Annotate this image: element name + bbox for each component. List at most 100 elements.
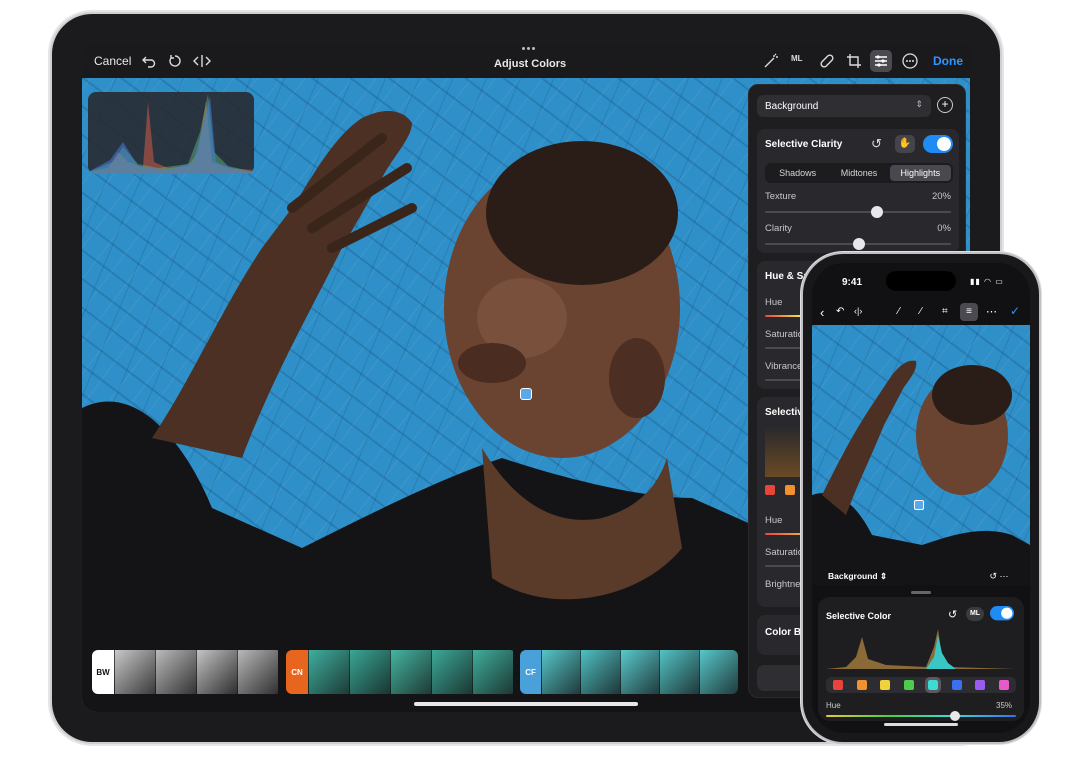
phone-color-histogram xyxy=(826,629,1016,669)
preset-tag-cn: CN xyxy=(286,650,308,694)
compare-icon[interactable]: ‹|› xyxy=(854,306,862,316)
adjust-icon[interactable]: ≡ xyxy=(960,303,978,321)
back-icon[interactable]: ‹ xyxy=(820,305,824,320)
preset-group-cf[interactable]: CF xyxy=(520,650,738,694)
layer-select[interactable]: Background ⇕ xyxy=(757,95,931,117)
segment-shadows[interactable]: Shadows xyxy=(767,165,828,181)
swatch-magenta[interactable] xyxy=(999,680,1010,690)
sheet-grabber[interactable] xyxy=(911,591,931,594)
page-title: Adjust Colors xyxy=(494,58,567,70)
phone-home-indicator xyxy=(884,723,958,726)
preset-thumb[interactable] xyxy=(698,650,738,694)
magic-wand-ml-icon[interactable] xyxy=(762,52,780,70)
preset-thumb[interactable] xyxy=(580,650,620,694)
phone-layer-select[interactable]: Background ⇕ xyxy=(820,567,896,585)
reset-icon[interactable]: ↺ xyxy=(871,136,882,152)
preset-group-bw[interactable]: BW xyxy=(92,650,282,694)
color-swatch-row[interactable] xyxy=(765,485,795,495)
swatch-orange[interactable] xyxy=(856,680,867,690)
clarity-label: Clarity xyxy=(765,223,792,234)
preset-thumb[interactable] xyxy=(155,650,196,694)
selective-color-title: Selectiv xyxy=(765,407,803,418)
saturation-label: Saturation xyxy=(765,547,809,558)
status-icons: ▮▮ ◠ ▭ xyxy=(970,277,1004,286)
cancel-button[interactable]: Cancel xyxy=(94,54,131,68)
swatch-aqua[interactable] xyxy=(924,677,941,693)
more-icon[interactable]: ⋯ xyxy=(986,305,997,318)
mask-pin-icon[interactable] xyxy=(914,500,924,510)
swatch-red[interactable] xyxy=(765,485,775,495)
color-balance-title: Color Ba xyxy=(765,627,807,638)
preset-thumb[interactable] xyxy=(659,650,699,694)
clarity-value: 0% xyxy=(937,223,951,234)
phone-photo-canvas[interactable] xyxy=(812,325,1030,585)
brush-mask-icon[interactable]: ✋ xyxy=(895,135,915,153)
phone-hue-label: Hue xyxy=(826,701,841,710)
ml-button[interactable]: ML xyxy=(966,607,984,621)
portrait-illustration xyxy=(812,360,1030,585)
layer-select-label: Background xyxy=(765,100,819,112)
chevron-updown-icon: ⇕ xyxy=(915,99,923,109)
done-checkmark-icon[interactable]: ✓ xyxy=(1010,304,1020,318)
segment-highlights[interactable]: Highlights xyxy=(889,165,951,181)
selective-clarity-title: Selective Clarity xyxy=(765,139,843,150)
swatch-yellow[interactable] xyxy=(880,680,891,690)
reset-icon[interactable]: ↺ xyxy=(948,608,957,621)
more-dots-icon[interactable] xyxy=(522,47,536,51)
done-button[interactable]: Done xyxy=(933,54,963,68)
preset-thumb[interactable] xyxy=(390,650,431,694)
swatch-red[interactable] xyxy=(832,680,843,690)
preset-thumb[interactable] xyxy=(237,650,278,694)
preset-group-cn[interactable]: CN xyxy=(286,650,516,694)
reset-icon[interactable] xyxy=(166,52,184,70)
phone-hue-slider[interactable] xyxy=(826,711,1016,721)
iphone-device: 9:41 ▮▮ ◠ ▭ ‹ ↶ ‹|› ⁄ ∕ ⌗ ≡ ⋯ ✓ Backgrou… xyxy=(803,254,1039,742)
magic-wand-icon[interactable]: ⁄ xyxy=(898,306,900,317)
status-time: 9:41 xyxy=(842,277,863,288)
texture-slider[interactable] xyxy=(765,206,951,218)
preset-thumb[interactable] xyxy=(349,650,390,694)
bandage-icon[interactable]: ∕ xyxy=(920,306,922,317)
mask-pin-icon[interactable] xyxy=(520,388,532,400)
more-icon[interactable] xyxy=(901,52,919,70)
swatch-orange[interactable] xyxy=(785,485,795,495)
preset-tag-bw: BW xyxy=(92,650,114,694)
phone-reset-more[interactable]: ↺ ⋯ xyxy=(976,567,1022,585)
texture-label: Texture xyxy=(765,191,797,202)
crop-icon[interactable] xyxy=(845,52,863,70)
undo-icon[interactable]: ↶ xyxy=(836,306,844,317)
adjust-icon[interactable] xyxy=(870,50,892,72)
vibrance-label: Vibrance xyxy=(765,361,803,372)
tone-segments[interactable]: Shadows Midtones Highlights xyxy=(765,163,953,183)
swatch-green[interactable] xyxy=(904,680,915,690)
bandage-icon[interactable] xyxy=(818,52,836,70)
preset-tag-cf: CF xyxy=(520,650,542,694)
undo-icon[interactable] xyxy=(140,52,158,70)
phone-toolbar: ‹ ↶ ‹|› ⁄ ∕ ⌗ ≡ ⋯ ✓ xyxy=(812,301,1030,325)
preset-thumb[interactable] xyxy=(308,650,349,694)
ml-icon[interactable]: ML xyxy=(791,54,803,63)
phone-selective-color-title: Selective Color xyxy=(826,611,892,621)
swatch-purple[interactable] xyxy=(975,680,986,690)
preset-thumb[interactable] xyxy=(472,650,513,694)
preset-thumb[interactable] xyxy=(114,650,155,694)
preset-thumb[interactable] xyxy=(541,650,581,694)
preset-thumb[interactable] xyxy=(196,650,237,694)
phone-hue-knob[interactable] xyxy=(950,711,961,721)
selective-color-toggle[interactable] xyxy=(990,606,1014,621)
phone-layer-label: Background xyxy=(828,571,878,581)
preset-thumb[interactable] xyxy=(431,650,472,694)
crop-icon[interactable]: ⌗ xyxy=(942,306,948,317)
phone-selective-color-card: Selective Color ↺ ML Hue 35% xyxy=(818,591,1024,721)
phone-swatch-row[interactable] xyxy=(826,677,1016,693)
add-layer-icon[interactable]: + xyxy=(937,97,953,113)
ipad-toolbar: Cancel Adjust Colors ML Done xyxy=(82,44,970,78)
swatch-blue[interactable] xyxy=(951,680,962,690)
compare-icon[interactable] xyxy=(192,52,212,70)
clarity-toggle[interactable] xyxy=(923,135,953,153)
preset-thumb[interactable] xyxy=(619,650,660,694)
clarity-slider[interactable] xyxy=(765,238,951,250)
home-indicator xyxy=(414,702,638,706)
segment-midtones[interactable]: Midtones xyxy=(828,165,889,181)
saturation-label: Saturation xyxy=(765,329,809,340)
